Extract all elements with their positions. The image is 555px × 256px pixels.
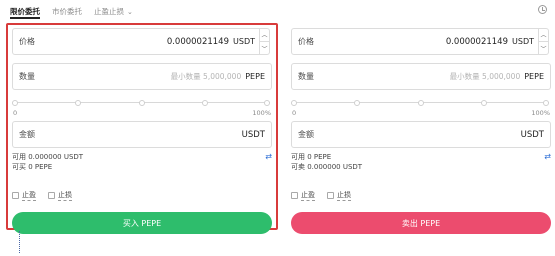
slider-stop[interactable]	[202, 99, 208, 106]
sell-amount-unit: USDT	[520, 129, 544, 140]
active-tab-indicator	[10, 17, 40, 19]
sell-tp-sl-options: 止盈 止损	[291, 190, 551, 201]
slider-stop[interactable]	[264, 99, 270, 106]
slider-stop[interactable]	[139, 99, 145, 106]
text-cursor	[19, 231, 20, 253]
slider-stop[interactable]	[481, 99, 487, 106]
buy-can-buy: 可买 0 PEPE	[12, 163, 53, 171]
buy-panel: 价格 0.0000021149 USDT ︿ ﹀ 数量 最小数量 5,000,0…	[12, 28, 272, 234]
buy-balance-info: 可用 0.000000 USDT ⇄ 可买 0 PEPE	[12, 152, 272, 172]
sell-quantity-placeholder: 最小数量 5,000,000	[449, 72, 521, 81]
sell-price-stepper[interactable]: ︿ ﹀	[538, 28, 548, 55]
buy-button[interactable]: 买入 PEPE	[12, 212, 272, 234]
buy-percent-slider[interactable]	[12, 98, 272, 108]
buy-available: 可用 0.000000 USDT	[12, 153, 84, 161]
tab-limit-order[interactable]: 限价委托	[10, 6, 40, 17]
tab-tp-sl[interactable]: 止盈止损 ⌄	[94, 6, 133, 17]
checkbox-icon	[48, 192, 55, 199]
buy-tp-sl-options: 止盈 止损	[12, 190, 272, 201]
checkbox-icon	[12, 192, 19, 199]
slider-stop[interactable]	[543, 99, 549, 106]
chevron-down-icon[interactable]: ﹀	[539, 41, 548, 55]
sell-stop-loss-label: 止损	[337, 191, 351, 201]
buy-price-unit: USDT	[233, 37, 255, 46]
sell-take-profit-label: 止盈	[301, 191, 315, 201]
buy-take-profit-label: 止盈	[22, 191, 36, 201]
slider-max-label: 100%	[531, 109, 550, 117]
swap-icon[interactable]: ⇄	[265, 152, 272, 162]
buy-take-profit-checkbox[interactable]: 止盈	[12, 190, 36, 201]
chevron-up-icon[interactable]: ︿	[539, 28, 548, 41]
buy-stop-loss-label: 止损	[58, 191, 72, 201]
sell-panel: 价格 0.0000021149 USDT ︿ ﹀ 数量 最小数量 5,000,0…	[291, 28, 551, 234]
buy-price-label: 价格	[19, 37, 35, 46]
slider-min-label: 0	[292, 109, 297, 117]
sell-quantity-unit: PEPE	[524, 72, 544, 81]
buy-slider-labels: 0 100%	[12, 109, 272, 117]
swap-icon[interactable]: ⇄	[544, 152, 551, 162]
order-type-tabs: 限价委托 市价委托 止盈止损 ⌄	[10, 4, 133, 18]
chevron-down-icon[interactable]: ﹀	[260, 41, 269, 55]
sell-slider-labels: 0 100%	[291, 109, 551, 117]
sell-amount-field[interactable]: 金额 USDT	[291, 121, 551, 148]
slider-stop[interactable]	[75, 99, 81, 106]
sell-stop-loss-checkbox[interactable]: 止损	[327, 190, 351, 201]
tab-tp-sl-label: 止盈止损	[94, 6, 124, 16]
sell-price-label: 价格	[298, 37, 314, 46]
sell-quantity-label: 数量	[298, 72, 314, 81]
slider-stop[interactable]	[12, 99, 18, 106]
tab-market-order[interactable]: 市价委托	[52, 6, 82, 17]
sell-can-sell: 可卖 0.000000 USDT	[291, 163, 363, 171]
sell-price-unit: USDT	[512, 37, 534, 46]
buy-amount-unit: USDT	[241, 129, 265, 140]
sell-percent-slider[interactable]	[291, 98, 551, 108]
buy-price-field[interactable]: 价格 0.0000021149 USDT ︿ ﹀	[12, 28, 270, 55]
buy-price-value: 0.0000021149	[166, 36, 230, 47]
chevron-down-icon: ⌄	[127, 7, 133, 16]
checkbox-icon	[291, 192, 298, 199]
sell-take-profit-checkbox[interactable]: 止盈	[291, 190, 315, 201]
slider-min-label: 0	[13, 109, 18, 117]
buy-amount-field[interactable]: 金额 USDT	[12, 121, 272, 148]
sell-price-value: 0.0000021149	[445, 36, 509, 47]
buy-quantity-field[interactable]: 数量 最小数量 5,000,000 PEPE	[12, 63, 272, 90]
slider-stop[interactable]	[418, 99, 424, 106]
sell-amount-label: 金额	[298, 130, 314, 139]
sell-button[interactable]: 卖出 PEPE	[291, 212, 551, 234]
checkbox-icon	[327, 192, 334, 199]
slider-max-label: 100%	[252, 109, 271, 117]
buy-stop-loss-checkbox[interactable]: 止损	[48, 190, 72, 201]
buy-amount-label: 金额	[19, 130, 35, 139]
buy-quantity-unit: PEPE	[245, 72, 265, 81]
buy-quantity-placeholder: 最小数量 5,000,000	[170, 72, 242, 81]
buy-price-stepper[interactable]: ︿ ﹀	[259, 28, 269, 55]
sell-price-field[interactable]: 价格 0.0000021149 USDT ︿ ﹀	[291, 28, 549, 55]
slider-stop[interactable]	[291, 99, 297, 106]
clock-icon[interactable]	[538, 5, 547, 14]
sell-available: 可用 0 PEPE	[291, 153, 332, 161]
sell-balance-info: 可用 0 PEPE ⇄ 可卖 0.000000 USDT	[291, 152, 551, 172]
sell-quantity-field[interactable]: 数量 最小数量 5,000,000 PEPE	[291, 63, 551, 90]
slider-stop[interactable]	[354, 99, 360, 106]
chevron-up-icon[interactable]: ︿	[260, 28, 269, 41]
buy-quantity-label: 数量	[19, 72, 35, 81]
